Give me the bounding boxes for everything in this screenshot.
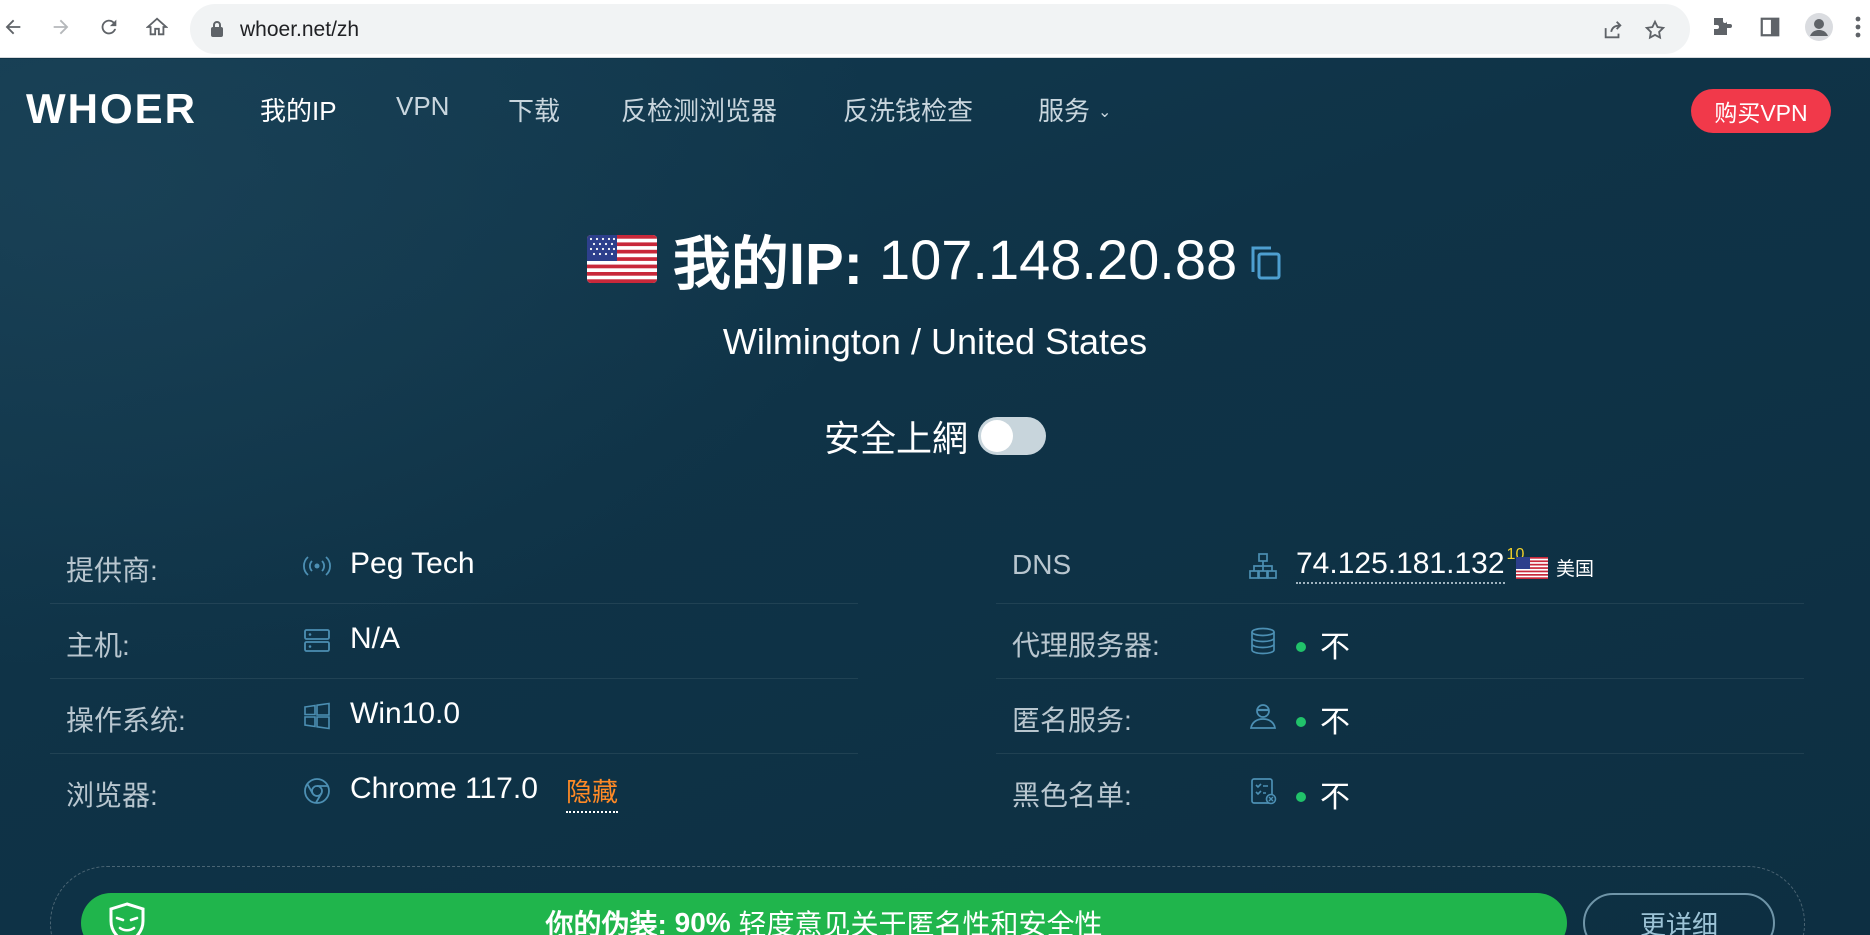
info-row-proxy: 代理服务器: 不 (996, 604, 1804, 679)
os-label: 操作系统: (66, 705, 186, 736)
safe-browsing-label: 安全上網 (823, 418, 968, 459)
safe-browsing-toggle[interactable] (978, 417, 1046, 455)
address-bar[interactable]: whoer.net/zh (190, 4, 1690, 54)
menu-item-aml-check[interactable]: 反洗钱检查 (843, 91, 973, 128)
menu-item-services-label: 服务 (1038, 96, 1091, 126)
provider-value: Peg Tech (350, 547, 475, 580)
os-value: Win10.0 (350, 697, 461, 730)
blacklist-label: 黑色名单: (1012, 780, 1132, 811)
chrome-icon (304, 778, 330, 804)
info-row-os: 操作系统: Win10.0 (50, 679, 858, 754)
anonymizer-label: 匿名服务: (1012, 705, 1132, 736)
menu-item-vpn[interactable]: VPN (396, 91, 449, 122)
copy-icon[interactable] (1249, 244, 1283, 282)
disguise-score-bar: 你的伪装: 90% 轻度意见关于匿名性和安全性 (81, 893, 1567, 935)
anonymous-user-icon (1249, 704, 1277, 729)
disguise-label: 你的伪装: (545, 909, 667, 935)
blacklist-status: 不 (1296, 772, 1350, 816)
browser-menu-icon[interactable] (1846, 12, 1870, 42)
browser-label: 浏览器: (66, 780, 158, 811)
database-icon (1251, 627, 1275, 655)
network-tree-icon (1249, 553, 1277, 579)
dns-country-name: 美国 (1556, 559, 1595, 580)
browser-value: Chrome 117.0 (350, 772, 538, 805)
ip-label: 我的IP: (672, 232, 863, 297)
status-dot (1296, 717, 1306, 727)
ip-heading: 我的IP: 107.148.20.88 (0, 224, 1870, 297)
extensions-icon[interactable] (1707, 12, 1737, 42)
bookmark-star-icon[interactable] (1642, 17, 1668, 43)
buy-vpn-button[interactable]: 购买VPN (1691, 89, 1831, 133)
hide-browser-link[interactable]: 隐藏 (566, 772, 619, 813)
server-icon (304, 629, 330, 652)
menu-item-my-ip[interactable]: 我的IP (260, 91, 337, 128)
toggle-knob (981, 420, 1013, 452)
dns-label: DNS (1012, 549, 1072, 580)
disguise-text: 轻度意见关于匿名性和安全性 (738, 909, 1103, 935)
whoer-logo[interactable]: WHOER (26, 85, 197, 133)
info-row-blacklist: 黑色名单: 不 (996, 754, 1804, 829)
signal-broadcast-icon (303, 556, 331, 576)
anonymizer-status: 不 (1296, 697, 1350, 741)
disguise-percent: 90% (674, 907, 731, 935)
info-row-host: 主机: N/A (50, 604, 858, 679)
proxy-value: 不 (1320, 631, 1350, 664)
us-flag-icon (586, 235, 657, 283)
chevron-down-icon: ⌄ (1098, 104, 1112, 121)
menu-item-antidetect-browser[interactable]: 反检测浏览器 (621, 91, 777, 128)
menu-item-download[interactable]: 下载 (508, 91, 560, 128)
proxy-status: 不 (1296, 622, 1350, 666)
anonymizer-value: 不 (1320, 706, 1350, 739)
info-row-anonymizer: 匿名服务: 不 (996, 679, 1804, 754)
profile-avatar-icon[interactable] (1804, 12, 1834, 42)
reload-icon (101, 19, 117, 35)
ip-address: 107.148.20.88 (879, 227, 1238, 291)
host-label: 主机: (66, 630, 130, 661)
status-dot (1296, 642, 1306, 652)
safe-browsing-row: 安全上網 (0, 411, 1870, 461)
arrow-right-icon (53, 19, 69, 35)
arrow-left-icon (5, 19, 21, 35)
home-icon (146, 17, 168, 36)
host-value: N/A (350, 622, 401, 655)
share-icon[interactable] (1600, 17, 1626, 43)
browser-toolbar: whoer.net/zh (0, 0, 1870, 58)
mask-icon (109, 902, 145, 935)
checklist-icon (1251, 778, 1277, 805)
disguise-score-panel: 你的伪装: 90% 轻度意见关于匿名性和安全性 更详细 (50, 866, 1805, 935)
url-text: whoer.net/zh (240, 18, 360, 41)
lock-icon (211, 21, 223, 37)
more-details-button[interactable]: 更详细 (1583, 893, 1775, 935)
location-text: Wilmington / United States (722, 321, 1148, 362)
dns-country: 美国 (1516, 554, 1594, 581)
back-button[interactable] (0, 10, 30, 44)
status-dot (1296, 792, 1306, 802)
windows-icon (304, 702, 330, 730)
page-content: WHOER 我的IP VPN 下载 反检测浏览器 反洗钱检查 服务 ⌄ 购买VPN (0, 59, 1870, 935)
dns-value-wrap[interactable]: 74.125.181.132 10 (1296, 546, 1524, 584)
reload-button[interactable] (92, 10, 126, 44)
provider-label: 提供商: (66, 555, 158, 586)
menu-item-services[interactable]: 服务 ⌄ (1038, 91, 1111, 128)
proxy-label: 代理服务器: (1012, 630, 1160, 661)
dns-ip: 74.125.181.132 (1296, 547, 1505, 584)
side-panel-icon[interactable] (1755, 12, 1785, 42)
us-flag-icon (1516, 556, 1548, 579)
info-row-browser: 浏览器: Chrome 117.0 隐藏 (50, 754, 858, 829)
blacklist-value: 不 (1320, 781, 1350, 814)
forward-button[interactable] (44, 10, 78, 44)
info-row-dns: DNS 74.125.181.132 10 美国 (996, 529, 1804, 604)
info-row-provider: 提供商: Peg Tech (50, 529, 858, 604)
home-button[interactable] (140, 10, 174, 44)
